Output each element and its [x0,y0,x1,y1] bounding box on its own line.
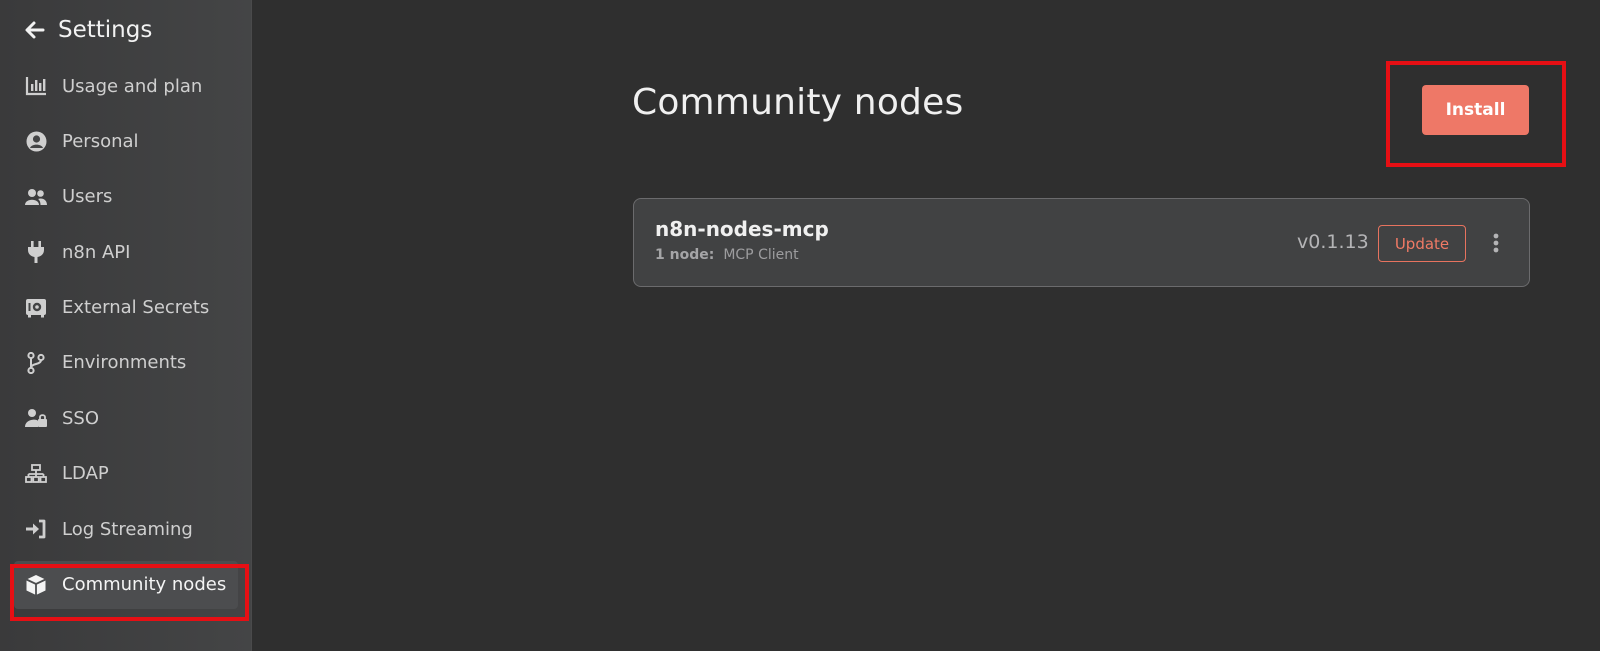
settings-back-link[interactable]: Settings [24,14,152,46]
sidebar-item-sso[interactable]: SSO [14,394,238,442]
package-name: n8n-nodes-mcp [655,217,829,241]
sidebar-item-label: Environments [62,352,187,374]
sidebar-item-label: Community nodes [62,574,227,596]
vault-icon [25,297,47,319]
sidebar-item-log-streaming[interactable]: Log Streaming [14,505,238,553]
sidebar-item-environments[interactable]: Environments [14,339,238,387]
arrow-left-icon[interactable] [24,19,46,41]
sidebar-item-label: Personal [62,130,139,152]
user-circle-icon [25,130,47,152]
package-card[interactable]: n8n-nodes-mcp 1 node: MCP Client v0.1.13… [633,198,1530,287]
app-window: Settings Usage and plan Personal Users n… [0,0,1600,651]
sidebar-item-label: Users [62,186,113,208]
package-version: v0.1.13 [1297,231,1369,253]
main-content: Community nodes Install n8n-nodes-mcp 1 … [252,0,1600,651]
sidebar-item-label: LDAP [62,463,109,485]
cube-icon [25,574,47,596]
sidebar-item-usage-and-plan[interactable]: Usage and plan [14,62,238,110]
ellipsis-vertical-icon[interactable] [1486,232,1506,254]
sidebar-item-n8n-api[interactable]: n8n API [14,228,238,276]
network-icon [25,463,47,485]
sidebar-item-label: External Secrets [62,297,210,319]
sidebar-item-personal[interactable]: Personal [14,117,238,165]
update-button[interactable]: Update [1378,225,1466,262]
plug-icon [25,241,47,264]
users-icon [25,186,47,208]
user-lock-icon [25,407,47,429]
settings-title: Settings [58,17,153,43]
sidebar-item-label: Usage and plan [62,75,203,97]
code-branch-icon [25,351,47,374]
sidebar-item-label: SSO [62,407,100,429]
sidebar-item-users[interactable]: Users [14,173,238,221]
sidebar-item-external-secrets[interactable]: External Secrets [14,284,238,332]
sidebar-item-ldap[interactable]: LDAP [14,450,238,498]
page-title: Community nodes [632,82,964,123]
node-count: 1 node: [655,247,715,263]
sidebar-item-community-nodes[interactable]: Community nodes [14,560,238,609]
sidebar-item-label: n8n API [62,241,131,263]
install-button[interactable]: Install [1422,85,1529,135]
bar-chart-icon [25,75,47,97]
settings-nav: Usage and plan Personal Users n8n API Ex… [14,62,238,616]
package-nodes: 1 node: MCP Client [655,247,799,263]
sidebar-item-label: Log Streaming [62,518,193,540]
settings-sidebar: Settings Usage and plan Personal Users n… [0,0,252,651]
node-names: MCP Client [723,247,799,263]
sign-in-icon [25,518,47,540]
